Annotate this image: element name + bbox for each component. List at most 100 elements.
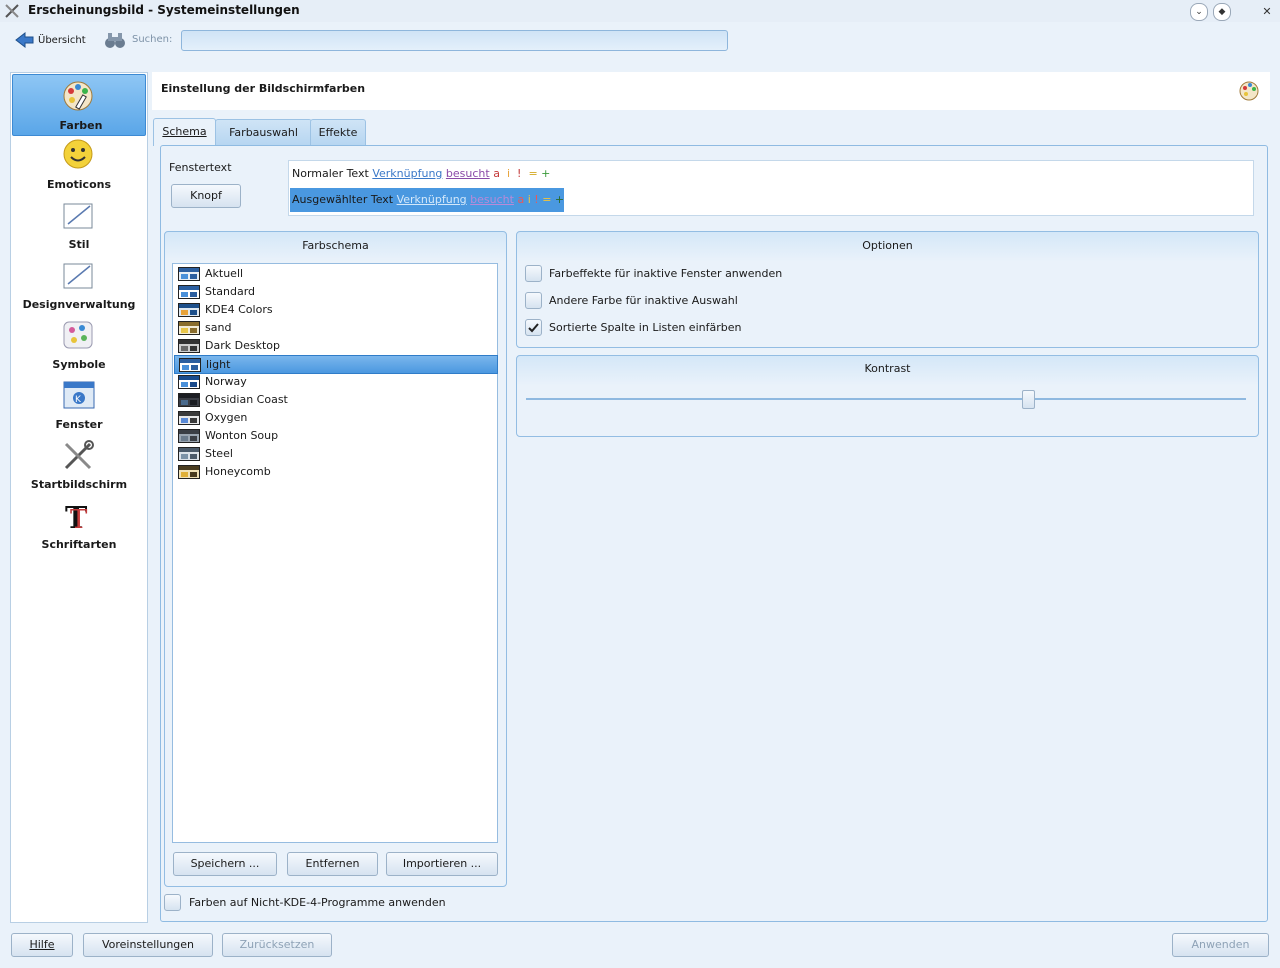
sidebar-item-designverwaltung[interactable]: Designverwaltung bbox=[11, 254, 147, 314]
scheme-preview-icon bbox=[179, 358, 201, 372]
reset-button[interactable]: Zurücksetzen bbox=[222, 933, 332, 957]
sidebar-label: Emoticons bbox=[46, 178, 112, 191]
option-label: Sortierte Spalte in Listen einfärben bbox=[549, 321, 742, 334]
preview-char: + bbox=[541, 167, 551, 180]
sidebar-label: Symbole bbox=[52, 358, 106, 371]
scheme-name: sand bbox=[205, 321, 232, 334]
sidebar-item-farben[interactable]: Farben bbox=[12, 74, 146, 136]
scheme-preview-icon bbox=[178, 375, 200, 389]
visited-text: besucht bbox=[445, 167, 490, 180]
sidebar-item-stil[interactable]: Stil bbox=[11, 194, 147, 254]
button-label: Zurücksetzen bbox=[239, 938, 315, 951]
scheme-name: light bbox=[206, 358, 231, 371]
save-button[interactable]: Speichern ... bbox=[173, 852, 277, 876]
window-title: Erscheinungsbild - Systemeinstellungen bbox=[28, 3, 300, 17]
binoculars-icon bbox=[105, 33, 125, 48]
sidebar-item-emoticons[interactable]: Emoticons bbox=[11, 134, 147, 194]
tab-label: Schema bbox=[162, 125, 207, 138]
search-input[interactable] bbox=[181, 30, 728, 51]
import-button[interactable]: Importieren ... bbox=[386, 852, 498, 876]
preview-window-text: Fenstertext bbox=[169, 161, 232, 174]
button-label: Hilfe bbox=[29, 938, 55, 951]
defaults-button[interactable]: Voreinstellungen bbox=[83, 933, 213, 957]
tab-schema[interactable]: Schema bbox=[153, 118, 216, 146]
scheme-item[interactable]: Dark Desktop bbox=[174, 337, 496, 354]
scheme-item[interactable]: Honeycomb bbox=[174, 463, 496, 480]
tools-icon bbox=[5, 4, 19, 18]
preview-char: ! bbox=[517, 167, 522, 180]
remove-button[interactable]: Entfernen bbox=[287, 852, 378, 876]
apply-non-kde-checkbox[interactable] bbox=[164, 894, 181, 911]
scheme-item[interactable]: light bbox=[174, 355, 498, 374]
search-label: Suchen: bbox=[132, 34, 173, 45]
maximize-button[interactable]: ◆ bbox=[1213, 3, 1231, 21]
contrast-slider-handle[interactable] bbox=[1022, 390, 1036, 409]
scheme-preview-icon bbox=[178, 303, 200, 317]
preview-window-area: Fenstertext Knopf bbox=[164, 154, 284, 214]
inactive-window-effects-checkbox[interactable] bbox=[525, 265, 542, 282]
scheme-preview-icon bbox=[178, 285, 200, 299]
scheme-preview-icon bbox=[178, 393, 200, 407]
preview-char: i bbox=[527, 193, 531, 206]
sidebar-item-fenster[interactable]: K Fenster bbox=[11, 374, 147, 434]
selected-text: Ausgewählter Text bbox=[292, 193, 394, 206]
scheme-name: Wonton Soup bbox=[205, 429, 279, 442]
preview-selected-line: Ausgewählter Text Verknüpfung besucht a … bbox=[290, 188, 564, 212]
scheme-item[interactable]: sand bbox=[174, 319, 496, 336]
tab-effekte[interactable]: Effekte bbox=[310, 119, 366, 145]
button-label: Anwenden bbox=[1191, 938, 1250, 951]
normal-text: Normaler Text bbox=[292, 167, 369, 180]
scheme-item[interactable]: Norway bbox=[174, 373, 496, 390]
preview-button[interactable]: Knopf bbox=[171, 184, 241, 208]
minimize-button[interactable]: ⌄ bbox=[1190, 3, 1208, 21]
back-label: Übersicht bbox=[38, 35, 86, 46]
icons-icon bbox=[63, 321, 93, 349]
scheme-item[interactable]: Oxygen bbox=[174, 409, 496, 426]
scheme-name: Oxygen bbox=[205, 411, 248, 424]
tab-farbauswahl[interactable]: Farbauswahl bbox=[215, 119, 312, 145]
scheme-name: Dark Desktop bbox=[205, 339, 280, 352]
scheme-item[interactable]: Wonton Soup bbox=[174, 427, 496, 444]
apply-non-kde-label: Farben auf Nicht-KDE-4-Programme anwende… bbox=[189, 896, 446, 909]
sidebar-item-symbole[interactable]: Symbole bbox=[11, 314, 147, 374]
sidebar-item-schriftarten[interactable]: T T Schriftarten bbox=[11, 494, 147, 554]
group-title: Kontrast bbox=[864, 362, 911, 375]
scheme-name: Honeycomb bbox=[205, 465, 271, 478]
back-button[interactable]: Übersicht bbox=[8, 29, 88, 51]
close-button[interactable]: ✕ bbox=[1258, 3, 1276, 21]
sidebar-item-startbildschirm[interactable]: Startbildschirm bbox=[11, 434, 147, 494]
scheme-item[interactable]: Steel bbox=[174, 445, 496, 462]
shade-sorted-column-checkbox[interactable] bbox=[525, 319, 542, 336]
sidebar: Farben Emoticons Stil Designverwaltung S… bbox=[10, 72, 148, 923]
scheme-preview-icon bbox=[178, 447, 200, 461]
scheme-item[interactable]: Aktuell bbox=[174, 265, 496, 282]
scheme-name: Obsidian Coast bbox=[205, 393, 288, 406]
scheme-preview-icon bbox=[178, 429, 200, 443]
contrast-group: Kontrast bbox=[516, 355, 1259, 437]
scheme-name: Standard bbox=[205, 285, 256, 298]
scheme-item[interactable]: Standard bbox=[174, 283, 496, 300]
title-bar: Erscheinungsbild - Systemeinstellungen ⌄… bbox=[0, 0, 1280, 22]
option-label: Andere Farbe für inaktive Auswahl bbox=[549, 294, 738, 307]
main-area: Einstellung der Bildschirmfarben Schema … bbox=[152, 72, 1270, 922]
group-title: Farbschema bbox=[302, 239, 369, 252]
sidebar-label: Designverwaltung bbox=[22, 298, 136, 311]
svg-text:T: T bbox=[70, 505, 88, 532]
scheme-list[interactable]: Aktuell Standard KDE4 Colors sand Dark Deskt… bbox=[172, 263, 498, 843]
contrast-slider-track[interactable] bbox=[526, 398, 1246, 400]
scheme-preview-icon bbox=[178, 267, 200, 281]
page-title: Einstellung der Bildschirmfarben bbox=[161, 82, 366, 95]
arrow-left-icon bbox=[15, 31, 34, 49]
tools-icon bbox=[64, 440, 94, 470]
font-icon: T T bbox=[65, 501, 88, 532]
apply-button[interactable]: Anwenden bbox=[1172, 933, 1269, 957]
sidebar-label: Fenster bbox=[55, 418, 103, 431]
help-button[interactable]: Hilfe bbox=[11, 933, 73, 957]
button-label: Voreinstellungen bbox=[101, 938, 195, 951]
preview-char: a bbox=[493, 167, 500, 180]
scheme-item[interactable]: KDE4 Colors bbox=[174, 301, 496, 318]
option-label: Farbeffekte für inaktive Fenster anwende… bbox=[549, 267, 783, 280]
group-title: Optionen bbox=[862, 239, 913, 252]
scheme-item[interactable]: Obsidian Coast bbox=[174, 391, 496, 408]
inactive-selection-color-checkbox[interactable] bbox=[525, 292, 542, 309]
